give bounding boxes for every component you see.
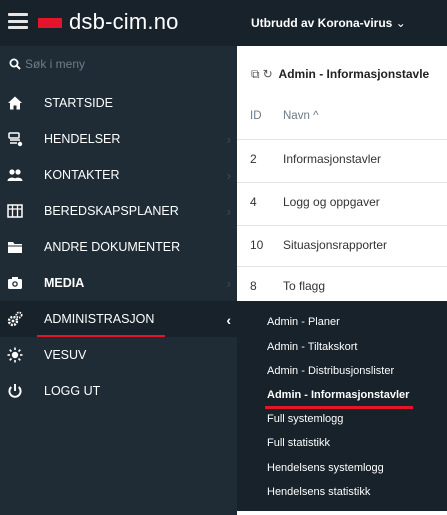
column-header-id[interactable]: ID <box>250 110 262 122</box>
sidebar: dsb-cim.no Søk i meny STARTSIDE HENDELSE… <box>0 0 237 515</box>
sidebar-item-vesuv[interactable]: VESUV <box>0 337 237 373</box>
plans-icon <box>7 204 23 218</box>
refresh-icon[interactable]: ↻ <box>263 67 273 81</box>
table-row[interactable]: 2 Informasjonstavler <box>237 139 447 177</box>
cogs-icon <box>7 311 23 327</box>
chevron-right-icon: › <box>226 204 231 219</box>
cell-name: To flagg <box>283 279 326 293</box>
submenu-item-full-statistikk[interactable]: Full statistikk <box>267 437 330 449</box>
submenu-item-admin-informasjonstavler[interactable]: Admin - Informasjonstavler <box>267 389 409 401</box>
power-icon <box>8 384 22 398</box>
cell-name: Logg og oppgaver <box>283 195 380 209</box>
chevron-down-icon: ⌄ <box>395 16 406 30</box>
panel-header: ⧉ ↻ Admin - Informasjonstavle <box>251 67 429 82</box>
cell-id: 4 <box>250 195 257 209</box>
search-icon <box>9 58 21 70</box>
submenu-item-hendelsens-systemlogg[interactable]: Hendelsens systemlogg <box>267 462 384 474</box>
sidebar-item-label: KONTAKTER <box>44 168 120 182</box>
camera-icon <box>8 277 22 289</box>
cell-id: 10 <box>250 238 264 252</box>
chevron-left-icon: ‹ <box>226 312 231 328</box>
hamburger-menu-icon[interactable] <box>8 13 28 29</box>
sun-icon <box>7 347 23 363</box>
sidebar-item-kontakter[interactable]: KONTAKTER › <box>0 157 237 193</box>
sidebar-item-label: ADMINISTRASJON <box>44 312 155 326</box>
external-link-icon[interactable]: ⧉ <box>251 67 260 81</box>
sidebar-item-startside[interactable]: STARTSIDE <box>0 85 237 121</box>
menu-search[interactable]: Søk i meny <box>0 52 237 78</box>
cell-id: 2 <box>250 152 257 166</box>
sidebar-item-media[interactable]: MEDIA › <box>0 265 237 301</box>
column-header-name-label: Navn <box>283 110 310 122</box>
cell-id: 8 <box>250 279 257 293</box>
brand-bar: dsb-cim.no <box>0 0 237 46</box>
home-icon <box>8 96 22 110</box>
table-row[interactable]: 10 Situasjonsrapporter <box>237 225 447 263</box>
submenu-item-admin-planer[interactable]: Admin - Planer <box>267 316 340 328</box>
incident-selector-label: Utbrudd av Korona-virus <box>251 16 393 30</box>
sidebar-item-hendelser[interactable]: HENDELSER › <box>0 121 237 157</box>
sidebar-item-administrasjon[interactable]: ADMINISTRASJON ‹ <box>0 301 237 337</box>
sidebar-item-label: HENDELSER <box>44 132 121 146</box>
sidebar-item-label: STARTSIDE <box>44 96 113 110</box>
search-input[interactable]: Søk i meny <box>25 57 85 71</box>
sort-ascending-icon: ^ <box>313 110 319 122</box>
sidebar-item-label: BEREDSKAPSPLANER <box>44 204 179 218</box>
brand-name[interactable]: dsb-cim.no <box>69 9 179 35</box>
sidebar-item-logg-ut[interactable]: LOGG UT <box>0 373 237 409</box>
sidebar-item-label: LOGG UT <box>44 384 101 398</box>
sidebar-item-beredskapsplaner[interactable]: BEREDSKAPSPLANER › <box>0 193 237 229</box>
chevron-right-icon: › <box>226 276 231 291</box>
sidebar-item-label: MEDIA <box>44 276 85 290</box>
sidebar-item-label: VESUV <box>44 348 87 362</box>
incident-selector[interactable]: Utbrudd av Korona-virus ⌄ <box>251 16 406 30</box>
table-row[interactable]: 8 To flagg <box>237 266 447 304</box>
panel-title: Admin - Informasjonstavle <box>278 67 430 81</box>
sidebar-item-andre-dokumenter[interactable]: ANDRE DOKUMENTER <box>0 229 237 265</box>
sidebar-item-label: ANDRE DOKUMENTER <box>44 240 181 254</box>
incidents-icon <box>8 132 23 147</box>
contacts-icon <box>7 169 23 181</box>
chevron-right-icon: › <box>226 132 231 147</box>
active-item-underline <box>37 335 165 337</box>
top-bar: Utbrudd av Korona-virus ⌄ <box>237 0 447 46</box>
column-header-name[interactable]: Navn ^ <box>283 110 318 122</box>
chevron-right-icon: › <box>226 168 231 183</box>
table-row[interactable]: 4 Logg og oppgaver <box>237 182 447 220</box>
selected-submenu-underline <box>265 406 413 409</box>
folder-icon <box>8 242 22 253</box>
cell-name: Informasjonstavler <box>283 152 382 166</box>
cell-name: Situasjonsrapporter <box>283 238 388 252</box>
brand-logo-icon <box>38 18 62 28</box>
submenu-item-full-systemlogg[interactable]: Full systemlogg <box>267 413 343 425</box>
submenu-item-hendelsens-statistikk[interactable]: Hendelsens statistikk <box>267 486 370 498</box>
submenu-item-admin-tiltakskort[interactable]: Admin - Tiltakskort <box>267 341 357 353</box>
submenu-item-admin-distribusjonslister[interactable]: Admin - Distribusjonslister <box>267 365 394 377</box>
